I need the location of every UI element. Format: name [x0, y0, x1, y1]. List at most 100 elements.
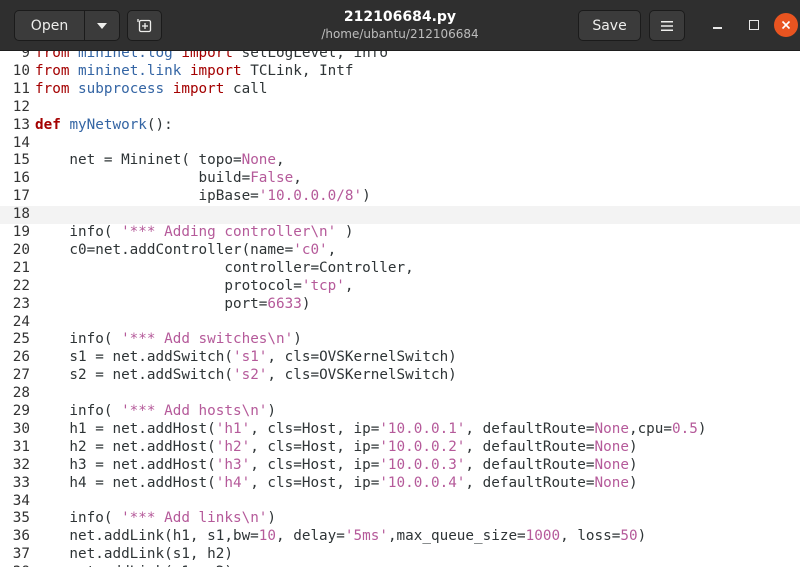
- code-token: ): [336, 224, 354, 240]
- code-line[interactable]: 34: [0, 493, 800, 511]
- line-code: h3 = net.addHost('h3', cls=Host, ip='10.…: [35, 456, 638, 475]
- code-line[interactable]: 20 c0=net.addController(name='c0',: [0, 242, 800, 260]
- code-token: s1 = net.addSwitch(: [35, 349, 233, 366]
- line-code: h2 = net.addHost('h2', cls=Host, ip='10.…: [35, 439, 637, 457]
- code-line[interactable]: 22 protocol='tcp',: [0, 278, 800, 296]
- code-line[interactable]: 29 info( '*** Add hosts\n'): [0, 403, 800, 421]
- code-line[interactable]: 12: [0, 99, 800, 117]
- line-code: net.addLink(s1, h2): [35, 546, 233, 564]
- menu-button[interactable]: [649, 10, 685, 41]
- code-line[interactable]: 10 from mininet.link import TCLink, Intf: [0, 63, 800, 81]
- code-token: TCLink, Intf: [250, 62, 354, 79]
- code-editor[interactable]: 9 from mininet.log import setLogLevel, in…: [0, 51, 800, 567]
- code-line[interactable]: 14: [0, 135, 800, 153]
- line-number: 18: [12, 206, 30, 223]
- new-document-icon: [136, 18, 151, 32]
- window-title: 212106684.py /home/ubantu/212106684: [240, 8, 560, 42]
- code-token: 10: [258, 528, 277, 545]
- code-line[interactable]: 30 h1 = net.addHost('h1', cls=Host, ip='…: [0, 421, 800, 439]
- code-line[interactable]: 17 ipBase='10.0.0.0/8'): [0, 188, 800, 206]
- code-token: info(: [35, 331, 122, 348]
- code-token: '10.0.0.0/8': [258, 188, 363, 205]
- code-token: , defaultRoute=: [465, 420, 595, 437]
- line-code: port=6633): [35, 296, 310, 314]
- code-token: '*** Add links\n': [121, 510, 268, 527]
- code-token: 'h4': [215, 474, 251, 491]
- line-code: build=False,: [35, 170, 302, 188]
- close-icon: [781, 20, 791, 30]
- line-number: 31: [12, 438, 30, 455]
- line-code: info( '*** Add switches\n'): [35, 331, 301, 349]
- line-code: info( '*** Add links\n'): [35, 510, 276, 528]
- line-code: h4 = net.addHost('h4', cls=Host, ip='10.…: [35, 474, 637, 493]
- code-token: 's2': [232, 367, 268, 384]
- code-line[interactable]: 18: [0, 206, 800, 224]
- code-token: '*** Add hosts\n': [121, 403, 268, 419]
- hamburger-icon: [661, 20, 673, 31]
- code-token: None: [594, 420, 629, 437]
- code-token: '10.0.0.3': [379, 456, 466, 473]
- code-token: None: [241, 152, 277, 169]
- code-line[interactable]: 19 info( '*** Adding controller\n' ): [0, 224, 800, 242]
- code-line[interactable]: 23 port=6633): [0, 296, 800, 314]
- code-line[interactable]: 33 h4 = net.addHost('h4', cls=Host, ip='…: [0, 475, 800, 493]
- line-code: def myNetwork():: [35, 117, 173, 135]
- line-code: info( '*** Add hosts\n'): [35, 403, 276, 421]
- gedit-window: Open 212106684.py /home/ubantu/212106684…: [0, 0, 800, 567]
- code-token: ): [267, 510, 277, 527]
- line-code: net = Mininet( topo=None,: [35, 152, 284, 170]
- code-line[interactable]: 32 h3 = net.addHost('h3', cls=Host, ip='…: [0, 457, 800, 475]
- new-tab-button[interactable]: [127, 10, 162, 41]
- minimize-button[interactable]: [706, 14, 728, 36]
- line-number: 34: [12, 492, 30, 509]
- save-button-label: Save: [592, 17, 627, 34]
- code-line[interactable]: 9 from mininet.log import setLogLevel, in…: [0, 51, 800, 63]
- close-button[interactable]: [774, 13, 798, 37]
- code-line[interactable]: 16 build=False,: [0, 170, 800, 188]
- line-code: net.addLink(h1, s1,bw=10, delay='5ms',ma…: [35, 528, 646, 546]
- code-token: h4 = net.addHost(: [35, 474, 216, 491]
- code-token: , cls=OVSKernelSwitch): [267, 367, 457, 384]
- code-token: , defaultRoute=: [465, 456, 595, 473]
- line-number: 33: [12, 474, 30, 491]
- line-number: 29: [12, 403, 30, 419]
- code-line[interactable]: 27 s2 = net.addSwitch('s2', cls=OVSKerne…: [0, 367, 800, 385]
- code-token: info(: [35, 510, 122, 527]
- code-line[interactable]: 28: [0, 385, 800, 403]
- code-line[interactable]: 31 h2 = net.addHost('h2', cls=Host, ip='…: [0, 439, 800, 457]
- code-token: from: [35, 80, 79, 97]
- code-token: , cls=OVSKernelSwitch): [267, 349, 457, 366]
- code-line[interactable]: 37 net.addLink(s1, h2): [0, 546, 800, 564]
- code-token: myNetwork: [69, 116, 147, 133]
- maximize-button[interactable]: [743, 14, 765, 36]
- code-line[interactable]: 36 net.addLink(h1, s1,bw=10, delay='5ms'…: [0, 528, 800, 546]
- line-number: 11: [12, 80, 30, 97]
- code-line[interactable]: 21 controller=Controller,: [0, 260, 800, 278]
- code-line[interactable]: 25 info( '*** Add switches\n'): [0, 331, 800, 349]
- code-line[interactable]: 26 s1 = net.addSwitch('s1', cls=OVSKerne…: [0, 349, 800, 367]
- code-token: , cls=Host, ip=: [250, 420, 380, 437]
- code-token: build=: [35, 170, 251, 187]
- code-token: info(: [35, 403, 122, 419]
- code-token: '5ms': [344, 528, 388, 545]
- open-button[interactable]: Open: [14, 10, 85, 41]
- code-line[interactable]: 13 def myNetwork():: [0, 117, 800, 135]
- line-code: s2 = net.addSwitch('s2', cls=OVSKernelSw…: [35, 367, 457, 385]
- code-line[interactable]: 15 net = Mininet( topo=None,: [0, 152, 800, 170]
- maximize-icon: [749, 20, 759, 30]
- code-token: mininet.log: [78, 51, 173, 61]
- code-token: ipBase=: [35, 188, 259, 205]
- save-button[interactable]: Save: [578, 10, 641, 41]
- open-dropdown-button[interactable]: [84, 10, 120, 41]
- code-token: , cls=Host, ip=: [250, 456, 380, 473]
- line-code: controller=Controller,: [35, 260, 413, 278]
- code-token: ): [628, 456, 638, 473]
- code-line[interactable]: 11 from subprocess import call: [0, 81, 800, 99]
- code-token: ): [697, 420, 707, 437]
- code-token: ,: [293, 170, 302, 187]
- code-token: mininet.link: [78, 62, 182, 79]
- line-code: ipBase='10.0.0.0/8'): [35, 188, 371, 206]
- code-line[interactable]: 24: [0, 314, 800, 332]
- code-line[interactable]: 35 info( '*** Add links\n'): [0, 510, 800, 528]
- line-number: 24: [12, 313, 30, 330]
